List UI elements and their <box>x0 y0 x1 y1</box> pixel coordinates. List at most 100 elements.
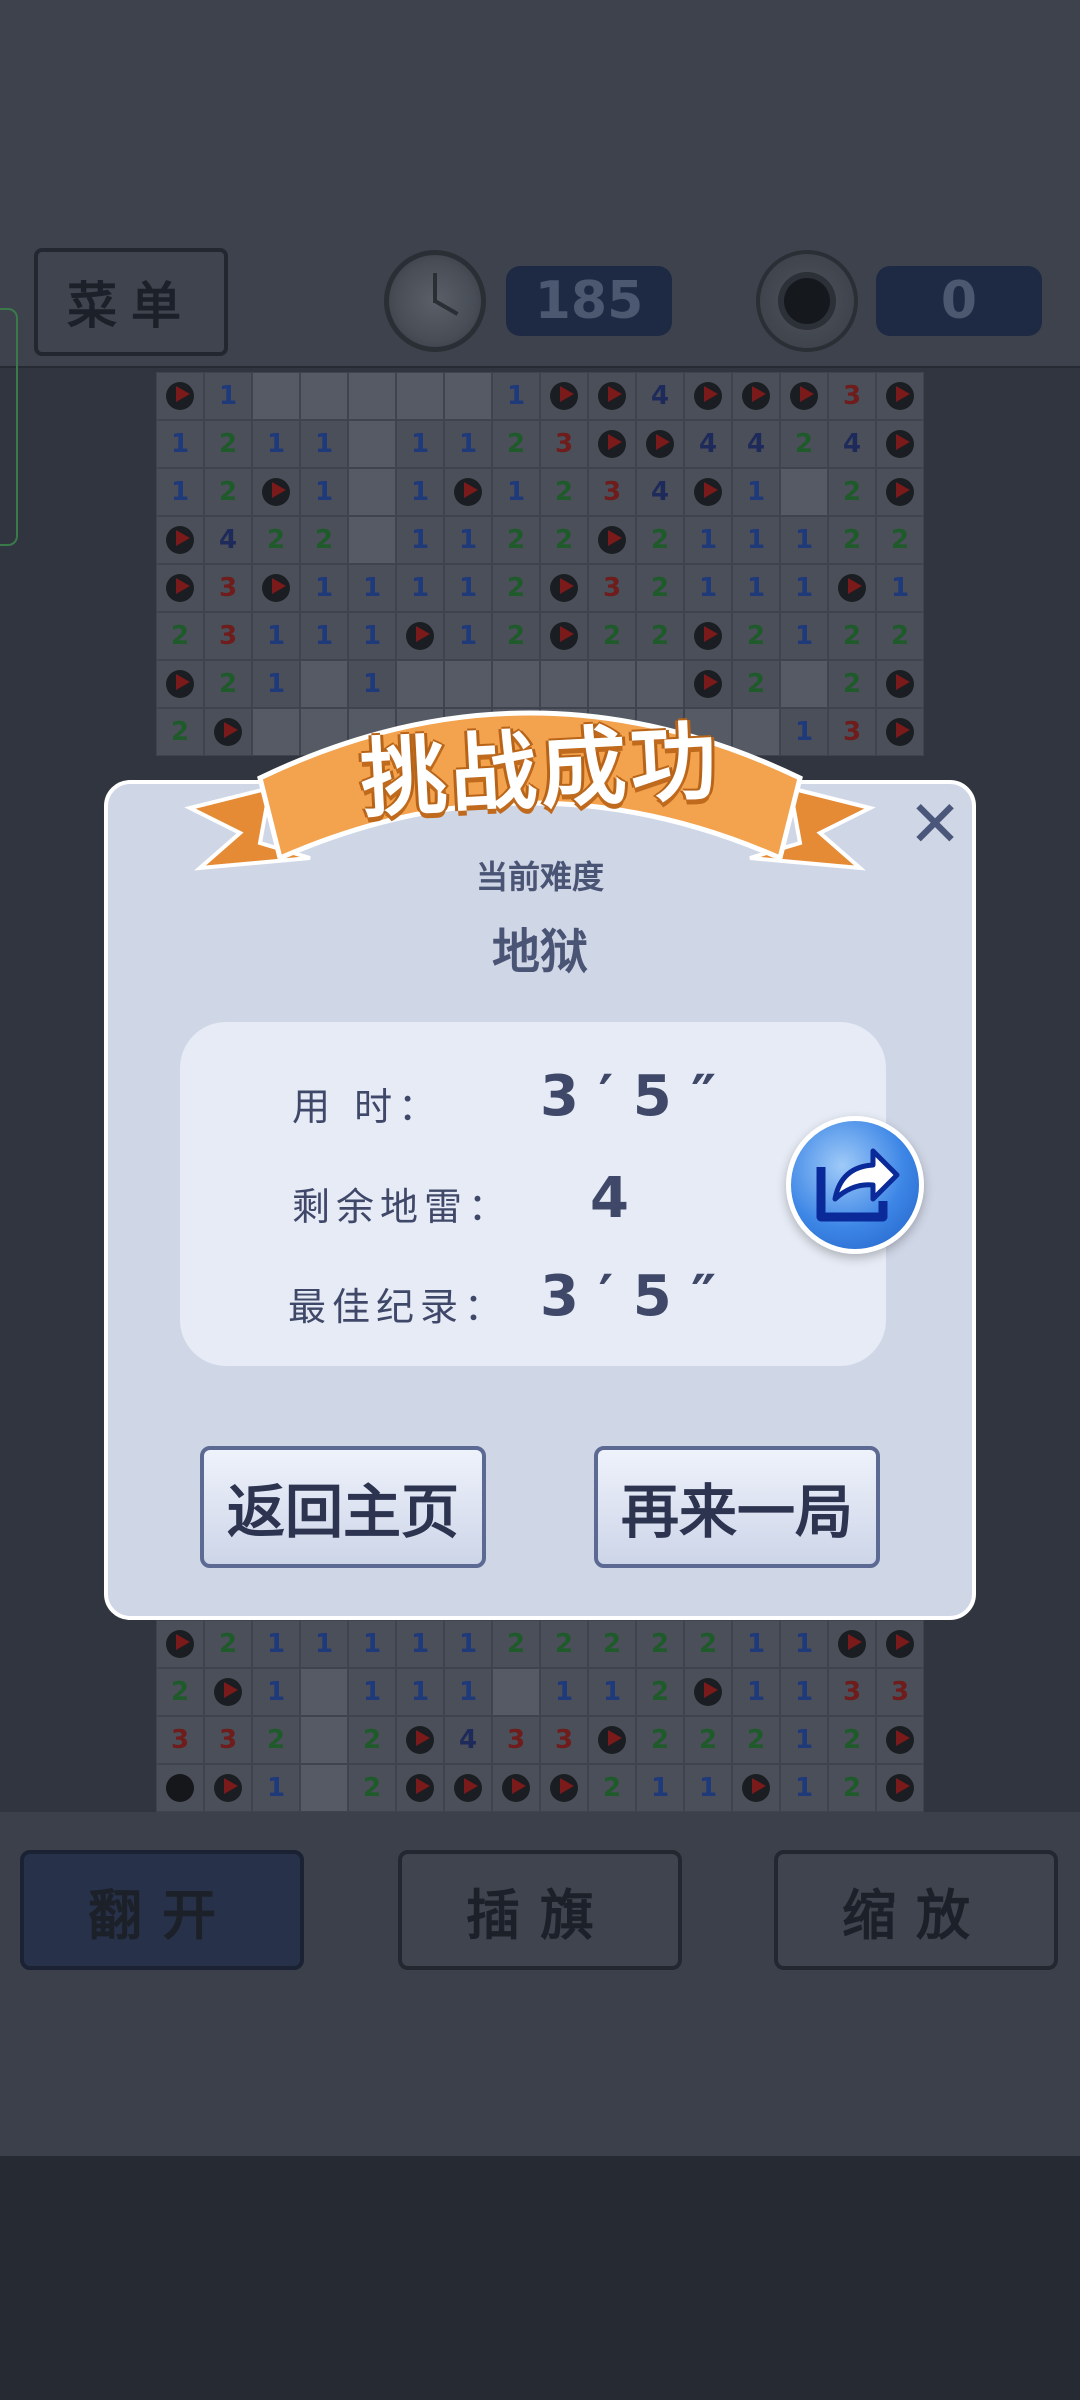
grid-cell[interactable] <box>396 372 444 420</box>
grid-cell[interactable] <box>300 1716 348 1764</box>
grid-cell[interactable] <box>156 372 204 420</box>
grid-cell[interactable] <box>156 1620 204 1668</box>
grid-cell[interactable] <box>876 468 924 516</box>
grid-cell[interactable]: 2 <box>540 1620 588 1668</box>
grid-cell[interactable]: 2 <box>156 612 204 660</box>
grid-cell[interactable] <box>444 372 492 420</box>
grid-cell[interactable]: 1 <box>588 1668 636 1716</box>
grid-cell[interactable]: 1 <box>444 612 492 660</box>
grid-cell[interactable] <box>780 372 828 420</box>
grid-cell[interactable]: 1 <box>780 1620 828 1668</box>
grid-cell[interactable]: 1 <box>492 372 540 420</box>
grid-cell[interactable] <box>300 1668 348 1716</box>
grid-cell[interactable] <box>300 1764 348 1812</box>
grid-cell[interactable]: 1 <box>780 1764 828 1812</box>
grid-cell[interactable] <box>348 516 396 564</box>
grid-cell[interactable] <box>444 1764 492 1812</box>
grid-cell[interactable] <box>492 1668 540 1716</box>
grid-cell[interactable]: 2 <box>684 1620 732 1668</box>
grid-cell[interactable]: 1 <box>780 564 828 612</box>
grid-cell[interactable]: 2 <box>540 516 588 564</box>
grid-cell[interactable]: 1 <box>348 564 396 612</box>
side-tab[interactable] <box>0 308 18 546</box>
grid-cell[interactable] <box>156 516 204 564</box>
return-home-button[interactable]: 返回主页 <box>200 1446 486 1568</box>
grid-cell[interactable]: 1 <box>396 468 444 516</box>
zoom-button[interactable]: 缩放 <box>774 1850 1058 1970</box>
grid-cell[interactable]: 1 <box>252 420 300 468</box>
grid-cell[interactable]: 1 <box>780 612 828 660</box>
minefield-bottom[interactable]: 2111112222211211111121133332243322212122… <box>156 1620 924 1812</box>
grid-cell[interactable]: 2 <box>588 1620 636 1668</box>
grid-cell[interactable] <box>492 1764 540 1812</box>
grid-cell[interactable]: 1 <box>156 468 204 516</box>
grid-cell[interactable]: 2 <box>876 516 924 564</box>
grid-cell[interactable]: 2 <box>492 420 540 468</box>
grid-cell[interactable]: 2 <box>492 564 540 612</box>
grid-cell[interactable]: 2 <box>732 1716 780 1764</box>
grid-cell[interactable]: 3 <box>204 564 252 612</box>
grid-cell[interactable]: 1 <box>444 1620 492 1668</box>
play-again-button[interactable]: 再来一局 <box>594 1446 880 1568</box>
grid-cell[interactable]: 2 <box>780 420 828 468</box>
grid-cell[interactable]: 2 <box>540 468 588 516</box>
grid-cell[interactable] <box>300 372 348 420</box>
grid-cell[interactable] <box>732 1764 780 1812</box>
grid-cell[interactable] <box>396 1716 444 1764</box>
grid-cell[interactable]: 1 <box>252 1668 300 1716</box>
grid-cell[interactable]: 1 <box>492 468 540 516</box>
grid-cell[interactable]: 2 <box>828 468 876 516</box>
flag-mode-button[interactable]: 插旗 <box>398 1850 682 1970</box>
grid-cell[interactable]: 3 <box>540 1716 588 1764</box>
grid-cell[interactable]: 2 <box>828 612 876 660</box>
grid-cell[interactable] <box>876 372 924 420</box>
grid-cell[interactable] <box>732 372 780 420</box>
grid-cell[interactable] <box>780 468 828 516</box>
grid-cell[interactable]: 3 <box>828 372 876 420</box>
grid-cell[interactable]: 1 <box>732 1620 780 1668</box>
grid-cell[interactable] <box>684 468 732 516</box>
share-icon[interactable] <box>786 1116 924 1254</box>
grid-cell[interactable]: 1 <box>348 1668 396 1716</box>
grid-cell[interactable]: 1 <box>444 1668 492 1716</box>
grid-cell[interactable]: 1 <box>396 564 444 612</box>
grid-cell[interactable]: 1 <box>780 516 828 564</box>
grid-cell[interactable] <box>540 1764 588 1812</box>
grid-cell[interactable]: 2 <box>300 516 348 564</box>
grid-cell[interactable]: 4 <box>732 420 780 468</box>
grid-cell[interactable]: 2 <box>732 612 780 660</box>
grid-cell[interactable]: 1 <box>780 1716 828 1764</box>
grid-cell[interactable]: 3 <box>588 468 636 516</box>
grid-cell[interactable]: 1 <box>876 564 924 612</box>
grid-cell[interactable] <box>588 516 636 564</box>
grid-cell[interactable] <box>252 372 300 420</box>
grid-cell[interactable] <box>684 1668 732 1716</box>
grid-cell[interactable] <box>540 564 588 612</box>
grid-cell[interactable]: 1 <box>348 612 396 660</box>
grid-cell[interactable]: 3 <box>828 1668 876 1716</box>
grid-cell[interactable]: 3 <box>204 1716 252 1764</box>
grid-cell[interactable]: 2 <box>204 468 252 516</box>
grid-cell[interactable] <box>252 468 300 516</box>
grid-cell[interactable]: 3 <box>588 564 636 612</box>
grid-cell[interactable] <box>444 468 492 516</box>
grid-cell[interactable]: 2 <box>492 516 540 564</box>
grid-cell[interactable] <box>204 1764 252 1812</box>
grid-cell[interactable]: 1 <box>444 420 492 468</box>
grid-cell[interactable]: 3 <box>876 1668 924 1716</box>
grid-cell[interactable]: 1 <box>300 468 348 516</box>
grid-cell[interactable]: 1 <box>252 1620 300 1668</box>
grid-cell[interactable]: 2 <box>492 1620 540 1668</box>
grid-cell[interactable]: 3 <box>492 1716 540 1764</box>
grid-cell[interactable] <box>684 372 732 420</box>
grid-cell[interactable]: 1 <box>300 420 348 468</box>
grid-cell[interactable]: 1 <box>300 1620 348 1668</box>
grid-cell[interactable]: 2 <box>252 516 300 564</box>
grid-cell[interactable] <box>876 1716 924 1764</box>
grid-cell[interactable]: 4 <box>444 1716 492 1764</box>
grid-cell[interactable]: 2 <box>636 1716 684 1764</box>
grid-cell[interactable]: 2 <box>348 1716 396 1764</box>
grid-cell[interactable]: 2 <box>636 564 684 612</box>
grid-cell[interactable]: 2 <box>492 612 540 660</box>
grid-cell[interactable] <box>348 372 396 420</box>
